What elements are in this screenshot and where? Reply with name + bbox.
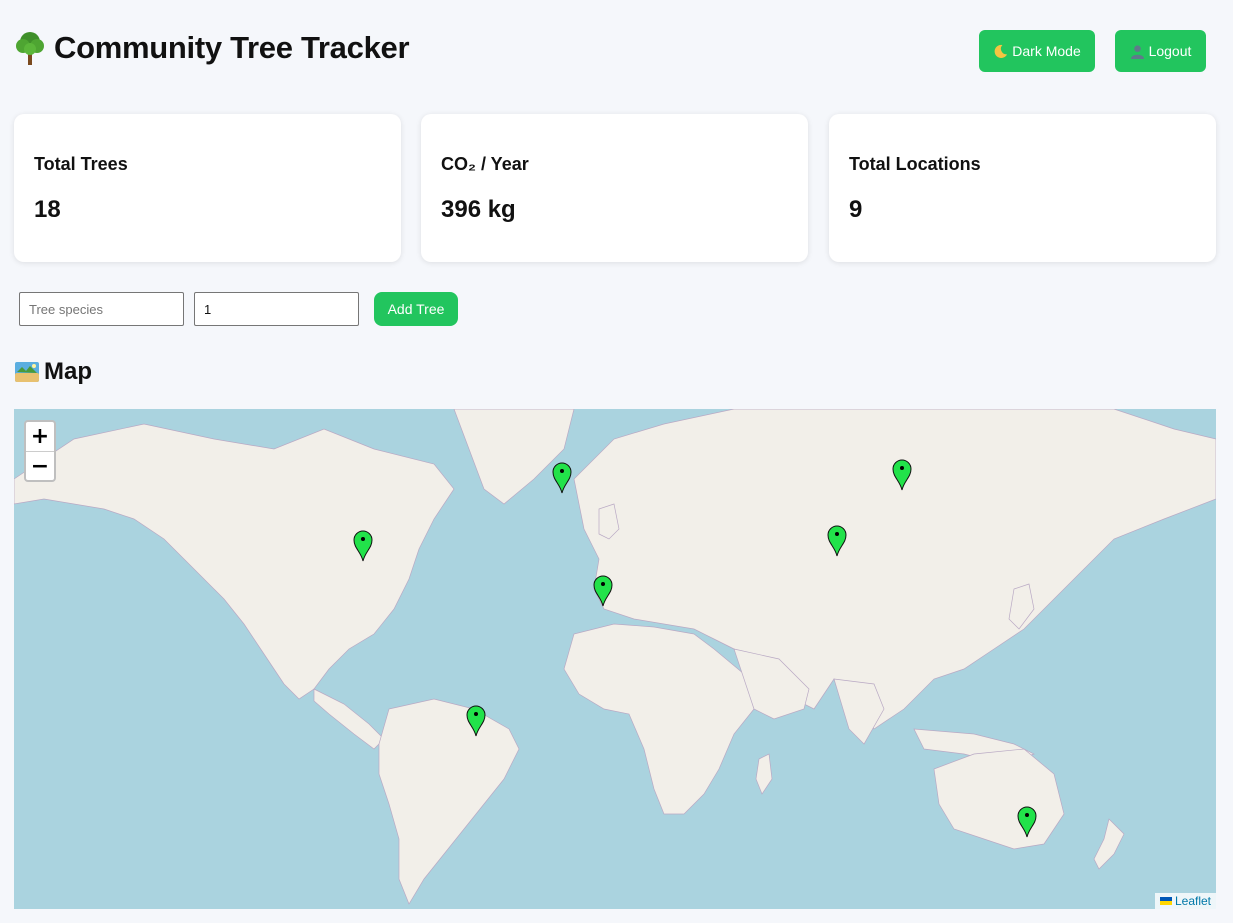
logout-label: Logout: [1148, 43, 1192, 59]
stat-card-co2: CO₂ / Year 396 kg: [421, 114, 808, 262]
add-tree-label: Add Tree: [387, 301, 445, 317]
map-marker-iceland[interactable]: [552, 462, 572, 494]
stat-label: CO₂ / Year: [441, 154, 529, 174]
species-input[interactable]: [19, 292, 184, 326]
map-heading: Map: [14, 358, 92, 386]
page-title: Community Tree Tracker: [14, 30, 410, 66]
map-marker-australia[interactable]: [1017, 806, 1037, 838]
map-marker-great-lakes[interactable]: [353, 530, 373, 562]
app-title-text: Community Tree Tracker: [54, 30, 410, 65]
map-attribution: Leaflet: [1154, 893, 1216, 909]
user-icon: [1130, 44, 1144, 59]
ukraine-flag-icon: [1159, 897, 1172, 905]
stat-value: 396 kg: [441, 196, 516, 223]
stat-label: Total Locations: [849, 154, 981, 174]
world-map[interactable]: + − Leaflet: [14, 409, 1216, 909]
zoom-out-button[interactable]: −: [26, 452, 54, 480]
stat-value: 9: [849, 196, 863, 223]
map-heading-text: Map: [44, 358, 92, 385]
map-marker-siberia[interactable]: [892, 459, 912, 491]
stat-label: Total Trees: [34, 154, 128, 174]
stat-card-total-locations: Total Locations 9: [829, 114, 1216, 262]
stat-card-total-trees: Total Trees 18: [14, 114, 401, 262]
tree-icon: [16, 32, 44, 65]
leaflet-link[interactable]: Leaflet: [1175, 894, 1211, 908]
zoom-in-button[interactable]: +: [26, 422, 54, 452]
dark-mode-label: Dark Mode: [1012, 43, 1081, 59]
map-marker-kazakhstan[interactable]: [827, 525, 847, 557]
world-map-icon: [15, 362, 39, 382]
map-marker-brazil[interactable]: [466, 705, 486, 737]
map-marker-iberia[interactable]: [593, 575, 613, 607]
moon-icon: [994, 44, 1008, 58]
stat-value: 18: [34, 196, 61, 223]
add-tree-button[interactable]: Add Tree: [374, 292, 458, 326]
logout-button[interactable]: Logout: [1115, 30, 1206, 72]
dark-mode-button[interactable]: Dark Mode: [979, 30, 1095, 72]
quantity-input[interactable]: [194, 292, 359, 326]
zoom-control: + −: [24, 420, 56, 482]
